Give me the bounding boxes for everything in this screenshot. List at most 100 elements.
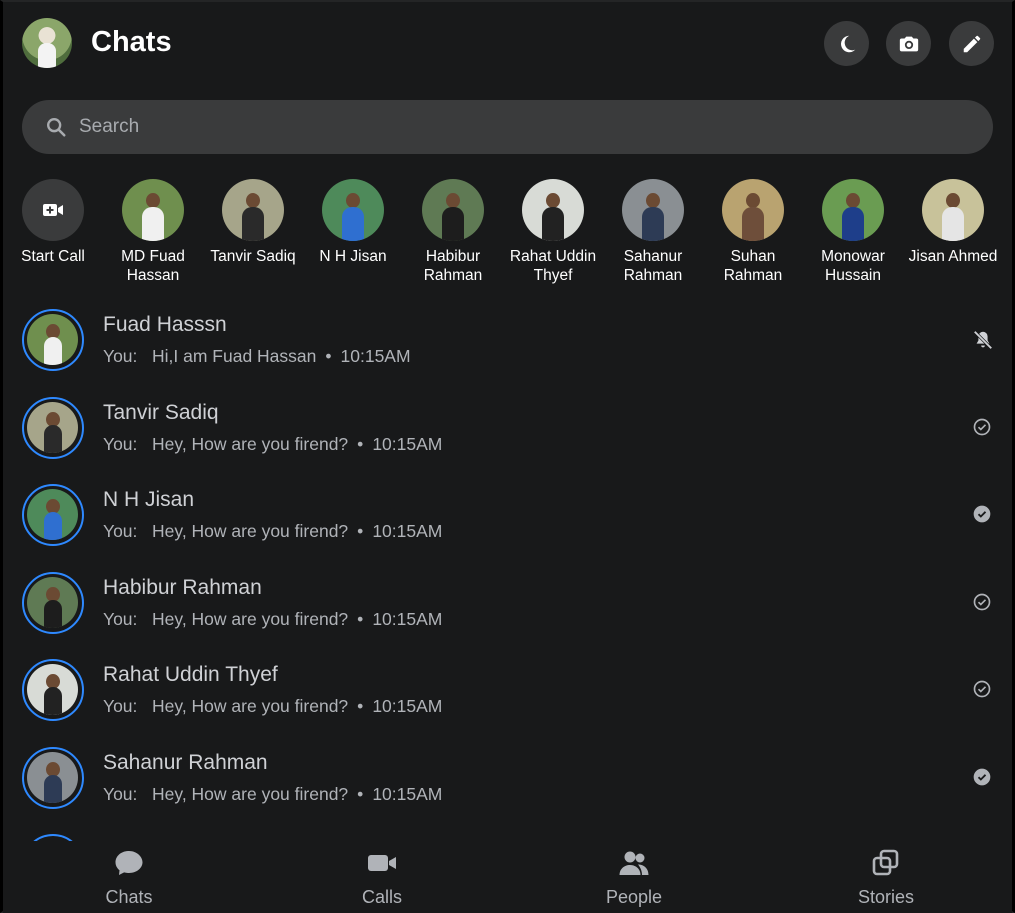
search-input[interactable]: [79, 100, 959, 154]
sent-check-icon: [972, 592, 992, 612]
nav-people[interactable]: People: [574, 849, 694, 908]
story-item[interactable]: Suhan Rahman: [703, 179, 803, 285]
nav-chats[interactable]: Chats: [69, 849, 189, 908]
story-avatar: [722, 179, 784, 241]
video-plus-icon: [22, 179, 84, 241]
preview-sender: You:: [103, 346, 138, 366]
chat-list-item[interactable]: Habibur Rahman You: Hey, How are you fire…: [22, 570, 994, 640]
preview-message: Hey, How are you firend?: [152, 609, 349, 629]
story-item[interactable]: MD Fuad Hassan: [103, 179, 203, 285]
dark-mode-button[interactable]: [824, 21, 869, 66]
camera-icon: [899, 36, 918, 51]
story-avatar: [222, 179, 284, 241]
preview-sender: You:: [103, 609, 138, 629]
chat-list-item[interactable]: Sahanur Rahman You: Hey, How are you fire…: [22, 745, 994, 815]
nav-stories-label: Stories: [857, 887, 915, 907]
search-icon: [47, 118, 66, 137]
start-call-button[interactable]: Start Call: [3, 179, 103, 266]
story-avatar: [522, 179, 584, 241]
chat-name: Tanvir Sadiq: [103, 401, 219, 424]
story-item[interactable]: Habibur Rahman: [403, 179, 503, 285]
preview-message: Hey, How are you firend?: [152, 696, 349, 716]
story-avatar: [322, 179, 384, 241]
story-label: Tanvir Sadiq: [210, 248, 296, 265]
chat-list-item[interactable]: Rahat Uddin Thyef You: Hey, How are you f…: [22, 657, 994, 727]
story-label: Start Call: [21, 248, 85, 265]
story-label: Habibur Rahman: [423, 248, 483, 284]
chat-name: N H Jisan: [103, 488, 195, 511]
story-item[interactable]: N H Jisan: [303, 179, 403, 266]
chat-name: Habibur Rahman: [103, 576, 262, 599]
story-avatar: [622, 179, 684, 241]
preview-sender: You:: [103, 521, 138, 541]
separator-dot: •: [357, 784, 364, 804]
preview-sender: You:: [103, 696, 138, 716]
story-avatar: [822, 179, 884, 241]
story-label: Jisan Ahmed: [908, 248, 998, 265]
delivered-check-icon: [972, 767, 992, 787]
preview-sender: You:: [103, 784, 138, 804]
nav-calls-label: Calls: [361, 887, 402, 907]
chat-avatar: [22, 572, 84, 634]
people-icon: [619, 851, 649, 875]
chat-avatar: [22, 309, 84, 371]
story-item[interactable]: Rahat Uddin Thyef: [503, 179, 603, 285]
chat-list-item[interactable]: Tanvir Sadiq You: Hey, How are you firend…: [22, 395, 994, 465]
chat-list-item[interactable]: N H Jisan You: Hey, How are you firend? • 1…: [22, 482, 994, 552]
moon-icon: [840, 35, 855, 52]
chat-preview: You: Hey, How are you firend? • 10:15AM: [103, 521, 442, 542]
chat-avatar: [22, 747, 84, 809]
chat-preview: You: Hey, How are you firend? • 10:15AM: [103, 696, 442, 717]
preview-time: 10:15AM: [372, 434, 443, 454]
delivered-check-icon: [972, 504, 992, 524]
separator-dot: •: [357, 696, 364, 716]
chat-preview: You: Hey, How are you firend? • 10:15AM: [103, 784, 442, 805]
compose-button[interactable]: [949, 21, 994, 66]
bottom-nav: Chats Calls People Stories: [3, 841, 1012, 913]
page-title: Chats: [91, 26, 172, 58]
story-label: Monowar Hussain: [821, 248, 885, 284]
chat-list-item[interactable]: Fuad Hasssn You: Hi,I am Fuad Hassan • 10:1…: [22, 307, 994, 377]
story-item[interactable]: Sahanur Rahman: [603, 179, 703, 285]
preview-message: Hi,I am Fuad Hassan: [152, 346, 317, 366]
chat-name: Fuad Hasssn: [103, 313, 227, 336]
preview-time: 10:15AM: [372, 521, 443, 541]
story-item[interactable]: Jisan Ahmed: [903, 179, 1003, 266]
preview-time: 10:15AM: [372, 696, 443, 716]
camera-button[interactable]: [886, 21, 931, 66]
pencil-icon: [963, 35, 980, 52]
nav-people-label: People: [605, 887, 663, 907]
chat-avatar: [22, 659, 84, 721]
chat-name: Rahat Uddin Thyef: [103, 663, 278, 686]
preview-message: Hey, How are you firend?: [152, 521, 349, 541]
story-avatar: [922, 179, 984, 241]
profile-avatar[interactable]: [22, 18, 72, 68]
video-camera-icon: [368, 855, 396, 871]
story-label: MD Fuad Hassan: [121, 248, 185, 284]
nav-calls[interactable]: Calls: [322, 849, 442, 908]
separator-dot: •: [357, 521, 364, 541]
story-label: Suhan Rahman: [723, 248, 783, 284]
sent-check-icon: [972, 417, 992, 437]
story-avatar: [422, 179, 484, 241]
stories-icon: [872, 849, 899, 876]
preview-message: Hey, How are you firend?: [152, 434, 349, 454]
preview-message: Hey, How are you firend?: [152, 784, 349, 804]
separator-dot: •: [357, 434, 364, 454]
story-item[interactable]: Monowar Hussain: [803, 179, 903, 285]
story-label: Rahat Uddin Thyef: [509, 248, 597, 284]
story-label: N H Jisan: [319, 248, 387, 265]
search-bar: [22, 100, 993, 154]
chat-avatar-partial[interactable]: [22, 834, 84, 841]
nav-chats-label: Chats: [105, 887, 153, 907]
chat-list: Fuad Hasssn You: Hi,I am Fuad Hassan • 10:1…: [22, 307, 994, 841]
chat-preview: You: Hey, How are you firend? • 10:15AM: [103, 434, 442, 455]
stories-row: Start Call MD Fuad Hassan Tanvir Sadiq N H …: [21, 179, 997, 289]
story-avatar: [122, 179, 184, 241]
separator-dot: •: [357, 609, 364, 629]
story-item[interactable]: Tanvir Sadiq: [203, 179, 303, 266]
preview-time: 10:15AM: [372, 784, 443, 804]
nav-stories[interactable]: Stories: [826, 849, 946, 908]
separator-dot: •: [325, 346, 332, 366]
preview-time: 10:15AM: [340, 346, 411, 366]
